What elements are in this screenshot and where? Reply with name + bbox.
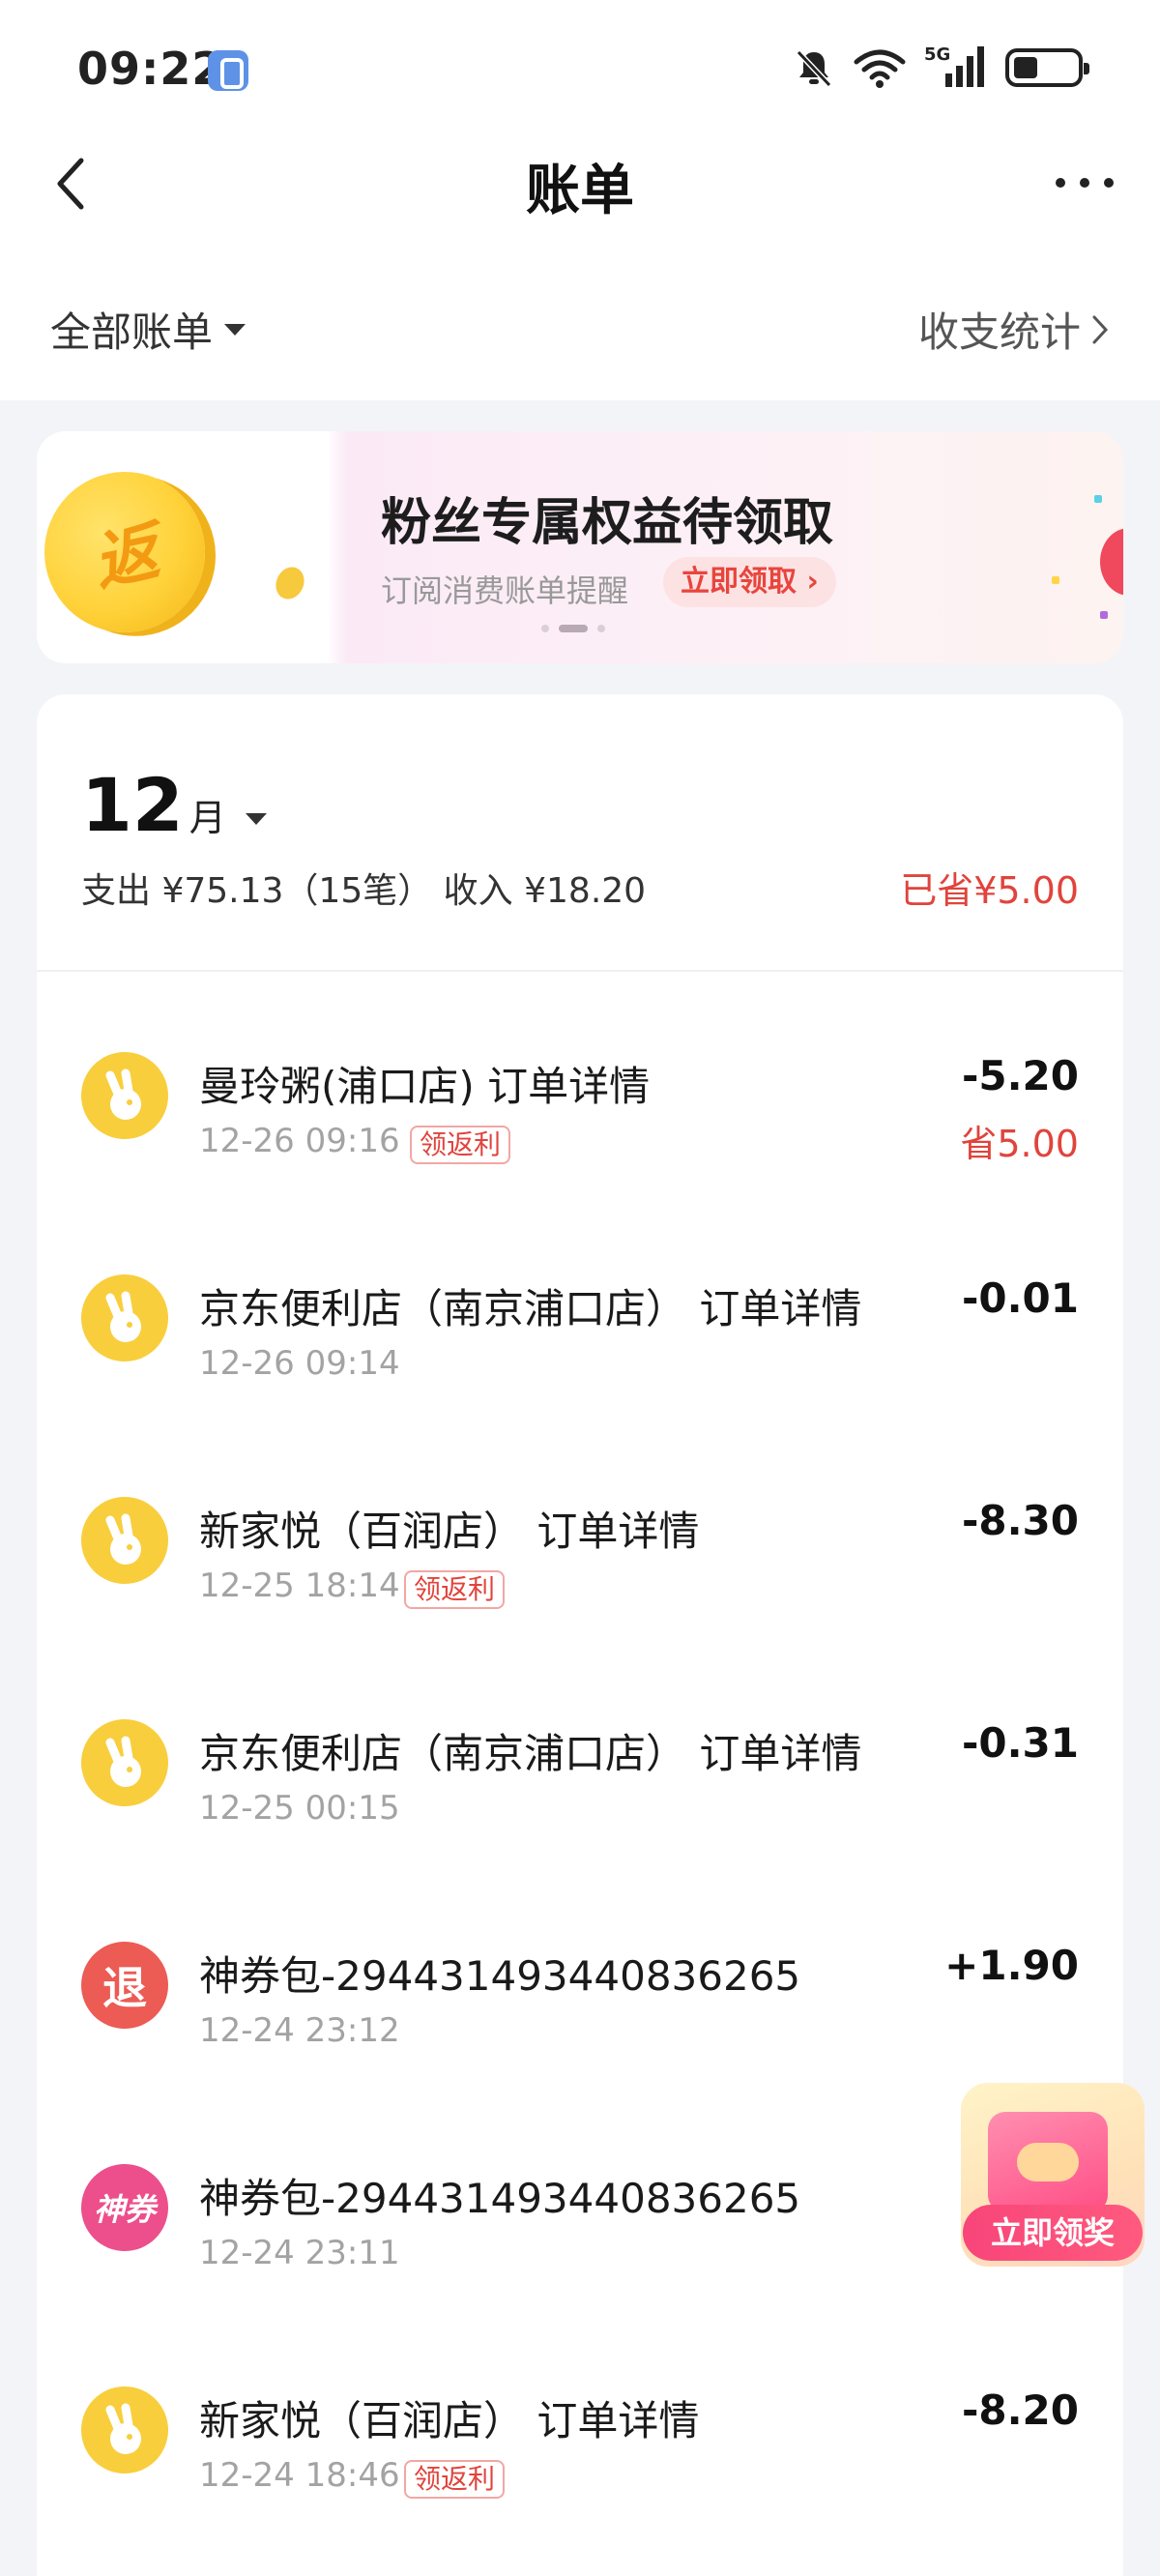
transaction-row[interactable]: 退 神券包-2944314934408362​65 12-24 23:12 +1…	[37, 1864, 1123, 2087]
transaction-time: 12-26 09:16	[199, 1122, 400, 1160]
merchant-title: 神券包-2944314934408362​65	[199, 1952, 801, 2000]
bill-card: 12 月 支出 ¥75.13（15笔） 收入 ¥18.20 已省¥5.00 曼玲…	[37, 694, 1123, 2576]
small-coin-icon	[271, 562, 309, 604]
page-title: 账单	[526, 160, 634, 222]
month-number: 12	[81, 762, 184, 848]
merchant-title: 京东便利店（南京浦口店） 订单详情	[199, 1285, 862, 1332]
banner-claim-button[interactable]: 立即领取 ›	[663, 557, 836, 607]
transaction-time: 12-24 23:12	[199, 2011, 400, 2050]
transaction-amount: -8.20	[961, 2386, 1079, 2434]
rabbit-logo-icon	[81, 1497, 168, 1584]
divider	[37, 970, 1123, 972]
page-dot	[597, 625, 605, 632]
transaction-time: 12-25 18:14	[199, 1566, 400, 1605]
caret-down-icon	[245, 813, 267, 825]
refund-icon: 退	[81, 1942, 168, 2029]
rabbit-logo-icon	[81, 1719, 168, 1806]
coin-char: 返	[86, 513, 165, 600]
transaction-list: 曼玲粥(浦口店) 订单详情 12-26 09:16 领返利 -5.20 省5.0…	[37, 975, 1123, 2532]
confetti-decoration	[1094, 495, 1102, 503]
month-selector[interactable]: 12 月	[81, 762, 267, 848]
confetti-decoration	[1100, 611, 1108, 619]
page-dot	[541, 625, 549, 632]
month-unit: 月	[188, 797, 226, 839]
vpn-shield-icon	[208, 50, 248, 91]
transaction-time: 12-26 09:14	[199, 1344, 400, 1383]
all-bills-filter[interactable]: 全部账单	[50, 300, 246, 359]
network-label: 5G	[924, 44, 950, 65]
saved-amount: 省5.00	[960, 1123, 1079, 1165]
stats-label: 收支统计	[917, 308, 1081, 356]
promo-banner[interactable]: 返 粉丝专属权益待领取 订阅消费账单提醒 立即领取 ›	[37, 431, 1123, 663]
income-expense-stats-link[interactable]: 收支统计	[918, 300, 1110, 359]
mute-bell-icon	[796, 49, 832, 88]
transaction-time: 12-24 18:46	[199, 2456, 400, 2495]
chevron-right-icon	[1092, 315, 1109, 343]
rabbit-logo-icon	[81, 2386, 168, 2474]
more-dots-icon[interactable]	[1056, 170, 1114, 195]
battery-icon	[1005, 48, 1089, 87]
transaction-amount: +1.90	[944, 1942, 1079, 1989]
rebate-tag[interactable]: 领返利	[404, 2460, 506, 2499]
floating-reward-widget[interactable]: 立即领奖	[961, 2083, 1145, 2267]
transaction-row[interactable]: 京东便利店（南京浦口店） 订单详情 12-25 00:15 -0.31	[37, 1642, 1123, 1864]
month-summary: 支出 ¥75.13（15笔） 收入 ¥18.20	[81, 871, 647, 911]
rabbit-logo-icon	[81, 1274, 168, 1361]
transaction-time: 12-24 23:11	[199, 2234, 400, 2272]
merchant-title: 京东便利店（南京浦口店） 订单详情	[199, 1730, 862, 1777]
status-icons: 5G	[793, 44, 1089, 91]
merchant-title: 曼玲粥(浦口店) 订单详情	[199, 1063, 651, 1110]
rabbit-logo-icon	[81, 1052, 168, 1139]
transaction-amount: -0.01	[961, 1274, 1079, 1322]
5g-signal-icon: 5G	[924, 44, 984, 87]
claim-reward-button[interactable]: 立即领奖	[963, 2205, 1143, 2261]
transaction-row[interactable]: 曼玲粥(浦口店) 订单详情 12-26 09:16 领返利 -5.20 省5.0…	[37, 975, 1123, 1197]
banner-image: 返	[37, 431, 327, 663]
confetti-decoration	[1052, 576, 1059, 584]
coupon-icon: 神券	[81, 2164, 168, 2251]
all-bills-label: 全部账单	[50, 308, 214, 356]
caret-down-icon	[224, 323, 246, 336]
balloon-decoration	[1100, 528, 1123, 596]
transaction-amount: -5.20	[961, 1052, 1079, 1099]
transaction-row[interactable]: 新家悦（百润店） 订单详情 12-24 18:46 领返利 -8.20	[37, 2309, 1123, 2532]
merchant-title: 新家悦（百润店） 订单详情	[199, 1508, 700, 1555]
transaction-amount: -8.30	[961, 1497, 1079, 1544]
saved-total: 已省¥5.00	[900, 869, 1079, 912]
gift-box-icon	[988, 2112, 1108, 2212]
page-dot-active	[559, 625, 588, 632]
rebate-tag[interactable]: 领返利	[410, 1126, 511, 1164]
transaction-amount: -0.31	[961, 1719, 1079, 1767]
transaction-row[interactable]: 京东便利店（南京浦口店） 订单详情 12-26 09:14 -0.01	[37, 1197, 1123, 1420]
banner-page-indicator	[541, 625, 605, 632]
wifi-icon	[854, 49, 906, 88]
merchant-title: 神券包-294431493440836265	[199, 2175, 801, 2222]
banner-title: 粉丝专属权益待领取	[381, 494, 834, 552]
status-time: 09:22	[77, 43, 224, 95]
transaction-row[interactable]: 新家悦（百润店） 订单详情 12-25 18:14 领返利 -8.30	[37, 1420, 1123, 1642]
rebate-coin-icon: 返	[37, 456, 220, 648]
rebate-tag[interactable]: 领返利	[404, 1570, 506, 1609]
banner-subtitle: 订阅消费账单提醒	[381, 572, 629, 609]
merchant-title: 新家悦（百润店） 订单详情	[199, 2397, 700, 2444]
transaction-time: 12-25 00:15	[199, 1789, 400, 1828]
